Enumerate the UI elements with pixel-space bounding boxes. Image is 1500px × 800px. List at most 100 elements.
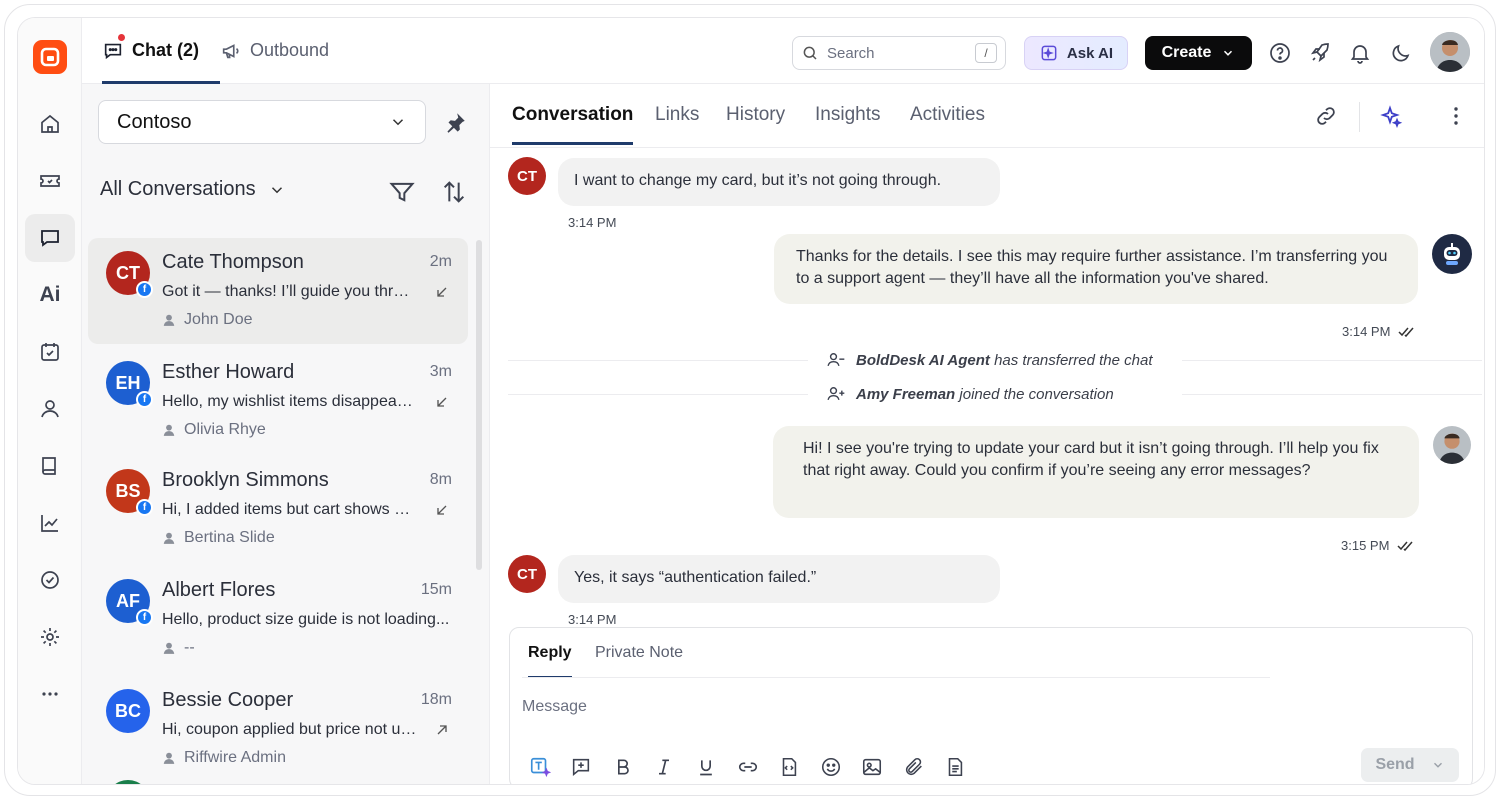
list-scrollbar[interactable]: [476, 240, 482, 570]
person-icon: [163, 314, 175, 326]
rocket-button[interactable]: [1307, 40, 1333, 66]
emoji-button[interactable]: [818, 754, 844, 780]
filter-button[interactable]: [388, 178, 416, 211]
customer-message: Yes, it says “authentication failed.”: [558, 555, 1000, 603]
incoming-arrow-icon: [437, 287, 447, 297]
send-button[interactable]: Send: [1361, 748, 1459, 782]
image-button[interactable]: [859, 754, 885, 780]
tab-history[interactable]: History: [726, 104, 785, 142]
agent-name: Olivia Rhye: [184, 421, 266, 438]
link-icon: [738, 762, 758, 772]
conversation-time: 8m: [429, 471, 452, 488]
brand-dropdown[interactable]: Contoso: [98, 100, 426, 144]
create-label: Create: [1161, 44, 1212, 61]
person-minus-icon: [827, 353, 845, 367]
theme-toggle-button[interactable]: [1388, 40, 1414, 66]
link-icon: [1317, 107, 1335, 125]
sidebar-item-activities[interactable]: [25, 556, 75, 604]
sparkle-icon: [1380, 105, 1403, 129]
search-box[interactable]: Search /: [792, 36, 1006, 70]
tab-conversation[interactable]: Conversation: [512, 104, 634, 145]
conversation-time: 15m: [420, 581, 452, 598]
sidebar-item-settings[interactable]: [25, 613, 75, 661]
search-placeholder: Search: [827, 44, 875, 62]
tab-outbound[interactable]: Outbound: [220, 40, 329, 84]
facebook-icon: f: [136, 281, 153, 298]
app-logo[interactable]: [33, 40, 67, 74]
sidebar-item-contacts[interactable]: [25, 385, 75, 433]
tab-chat-label: Chat (2): [132, 40, 199, 60]
user-avatar[interactable]: [1430, 32, 1470, 72]
home-icon: [41, 114, 59, 133]
italic-button[interactable]: [651, 754, 677, 780]
create-button[interactable]: Create: [1145, 36, 1252, 70]
conversation-item[interactable]: AF f Albert Flores 15m Hello, product si…: [88, 566, 468, 672]
bold-button[interactable]: [610, 754, 636, 780]
sidebar-item-more[interactable]: [25, 670, 75, 718]
add-comment-button[interactable]: [568, 754, 594, 780]
conversation-list-panel: Contoso All Conversations CT f Cate Thom…: [82, 84, 490, 784]
sidebar-item-tasks[interactable]: [25, 328, 75, 376]
underline-button[interactable]: [693, 754, 719, 780]
message-preview: Hi, I added items but cart shows empty..…: [162, 501, 418, 518]
more-options-button[interactable]: [1444, 104, 1468, 133]
message-time-row: 3:14 PM: [1342, 324, 1416, 339]
tab-activities[interactable]: Activities: [910, 104, 985, 142]
tab-reply[interactable]: Reply: [528, 644, 572, 678]
conversation-item[interactable]: EH f Esther Howard 3m Hello, my wishlist…: [88, 348, 468, 454]
tab-chat[interactable]: Chat (2): [102, 34, 220, 84]
conversation-item[interactable]: BC Bessie Cooper 18m Hi, coupon applied …: [88, 676, 468, 782]
sidebar-item-chat[interactable]: [25, 214, 75, 262]
tab-links[interactable]: Links: [655, 104, 699, 142]
sidebar-item-tickets[interactable]: [25, 157, 75, 205]
person-icon: [163, 642, 175, 654]
ai-text-button[interactable]: [527, 754, 553, 780]
sort-button[interactable]: [440, 178, 468, 211]
chart-line-icon: [41, 515, 58, 532]
app-frame: Ai Chat (2) Outbound Search / Ask AI Cre…: [4, 4, 1496, 796]
sidebar-item-ai[interactable]: Ai: [25, 271, 75, 319]
facebook-icon: f: [136, 391, 153, 408]
system-event-transfer: BoldDesk AI Agent has transferred the ch…: [826, 350, 1153, 370]
outgoing-arrow-icon: [437, 725, 447, 735]
bold-icon: [618, 759, 629, 775]
ask-ai-button[interactable]: Ask AI: [1024, 36, 1128, 70]
reply-composer: Reply Private Note Message Send: [509, 627, 1473, 784]
underline-icon: [700, 760, 712, 776]
book-icon: [42, 457, 56, 475]
insert-link-button[interactable]: [735, 754, 761, 780]
tab-private-note[interactable]: Private Note: [595, 644, 683, 676]
sidebar-item-home[interactable]: [25, 100, 75, 148]
facebook-icon: f: [136, 609, 153, 626]
document-button[interactable]: [942, 754, 968, 780]
conversation-view-selector[interactable]: All Conversations: [100, 178, 286, 201]
agent-name: Bertina Slide: [184, 529, 275, 546]
search-shortcut: /: [975, 43, 997, 63]
customer-avatar: CT: [508, 157, 546, 195]
code-file-button[interactable]: [776, 754, 802, 780]
top-bar: Chat (2) Outbound Search / Ask AI Create: [82, 18, 1484, 84]
notifications-button[interactable]: [1347, 40, 1373, 66]
search-icon: [803, 46, 817, 60]
sidebar-item-reports[interactable]: [25, 499, 75, 547]
message-input[interactable]: [522, 692, 1422, 722]
sidebar: Ai: [18, 18, 82, 784]
divider: [508, 360, 808, 361]
person-icon: [163, 752, 175, 764]
conversation-item[interactable]: BS f Brooklyn Simmons 8m Hi, I added ite…: [88, 456, 468, 562]
chevron-down-icon: [1224, 50, 1233, 56]
emoji-icon: [821, 757, 841, 777]
view-label: All Conversations: [100, 178, 256, 200]
link-button[interactable]: [1314, 104, 1338, 133]
conversation-item[interactable]: CT f Cate Thompson 2m Got it — thanks! I…: [88, 238, 468, 344]
attachment-button[interactable]: [901, 754, 927, 780]
contact-name: Albert Flores: [162, 579, 276, 601]
pin-button[interactable]: [442, 110, 468, 141]
help-button[interactable]: [1267, 40, 1293, 66]
ai-assist-button[interactable]: [1379, 104, 1403, 133]
image-icon: [862, 758, 882, 776]
customer-message: I want to change my card, but it’s not g…: [558, 158, 1000, 206]
sidebar-item-knowledge-base[interactable]: [25, 442, 75, 490]
tab-insights[interactable]: Insights: [815, 104, 880, 142]
robot-icon: [1444, 243, 1460, 265]
